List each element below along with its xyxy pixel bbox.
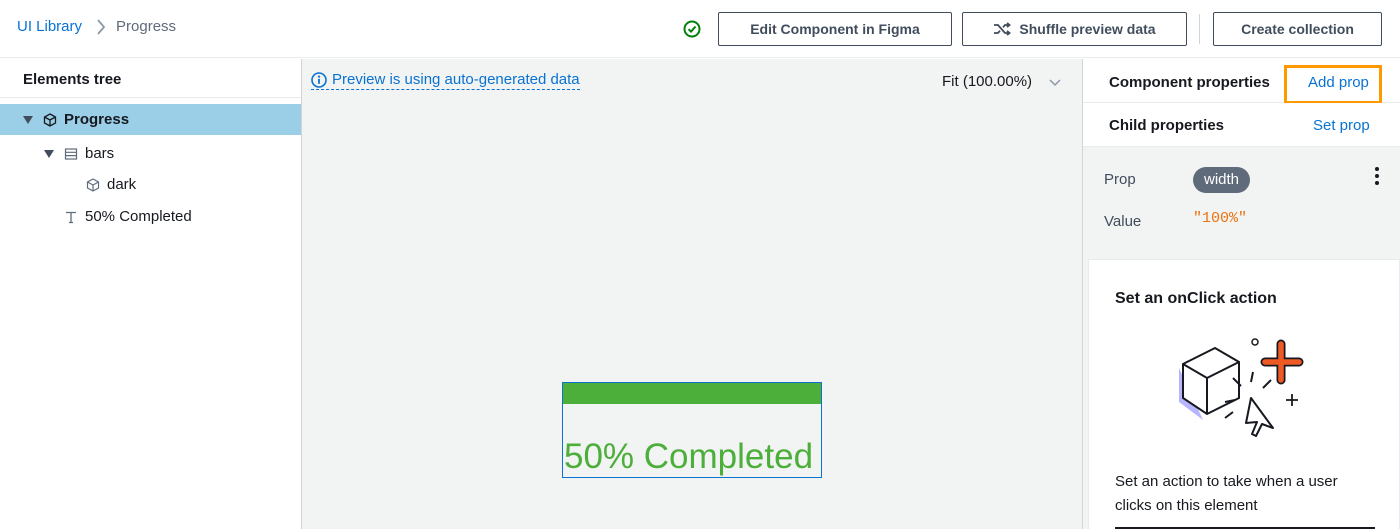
stack-icon bbox=[64, 147, 78, 160]
breadcrumb-current: Progress bbox=[116, 18, 177, 35]
info-icon bbox=[311, 71, 327, 88]
set-prop-link[interactable]: Set prop bbox=[1313, 117, 1370, 134]
cube-cursor-illustration bbox=[1179, 338, 1304, 437]
prop-binding: Prop width Value "100%" bbox=[1083, 147, 1400, 257]
component-properties-title: Component properties bbox=[1109, 74, 1270, 91]
breadcrumb-ui-library-link[interactable]: UI Library bbox=[17, 18, 82, 35]
progress-text: 50% Completed bbox=[564, 437, 814, 476]
elements-tree-title: Elements tree bbox=[23, 71, 122, 88]
check-circle-icon bbox=[683, 20, 701, 38]
tree-item-label: dark bbox=[107, 176, 137, 193]
more-options-icon[interactable] bbox=[1373, 167, 1381, 187]
child-properties-title: Child properties bbox=[1109, 117, 1225, 134]
chevron-down-icon bbox=[1049, 78, 1061, 86]
shuffle-preview-data-label: Shuffle preview data bbox=[1019, 21, 1156, 37]
shuffle-icon bbox=[994, 22, 1012, 36]
create-collection-button[interactable]: Create collection bbox=[1213, 12, 1382, 46]
breadcrumb: UI Library Progress bbox=[17, 18, 176, 35]
elements-tree-panel: Elements tree Progress bars dark 50% Com… bbox=[0, 59, 302, 529]
tree-item-text[interactable]: 50% Completed bbox=[0, 201, 301, 232]
prop-label: Prop bbox=[1104, 171, 1136, 188]
auto-generated-data-note[interactable]: Preview is using auto-generated data bbox=[311, 71, 580, 90]
preview-note-label: Preview is using auto-generated data bbox=[332, 71, 580, 88]
component-properties-header: Component properties Add prop bbox=[1083, 59, 1400, 104]
highlight-box bbox=[1284, 65, 1382, 104]
child-properties-header: Child properties Set prop bbox=[1083, 103, 1400, 147]
prop-name-badge[interactable]: width bbox=[1193, 167, 1251, 193]
edit-in-figma-label: Edit Component in Figma bbox=[750, 21, 920, 37]
tree-item-dark[interactable]: dark bbox=[0, 169, 301, 200]
zoom-value: Fit (100.00%) bbox=[942, 73, 1033, 90]
shuffle-preview-data-button[interactable]: Shuffle preview data bbox=[962, 12, 1187, 46]
tree-item-label: bars bbox=[85, 145, 115, 162]
top-header: UI Library Progress Edit Component in Fi… bbox=[0, 0, 1400, 58]
progress-bar-fill bbox=[563, 383, 821, 404]
header-divider bbox=[1199, 14, 1200, 44]
caret-down-icon[interactable] bbox=[44, 149, 54, 158]
text-icon bbox=[66, 211, 76, 223]
properties-panel: Component properties Add prop Child prop… bbox=[1082, 59, 1400, 529]
tree-item-label: 50% Completed bbox=[85, 208, 192, 225]
progress-component-preview[interactable]: 50% Completed bbox=[562, 382, 822, 478]
tree-item-progress[interactable]: Progress bbox=[0, 104, 301, 135]
value-label: Value bbox=[1104, 213, 1142, 230]
create-collection-label: Create collection bbox=[1241, 21, 1354, 37]
tree-item-bars[interactable]: bars bbox=[0, 138, 301, 169]
edit-in-figma-button[interactable]: Edit Component in Figma bbox=[718, 12, 952, 46]
chevron-right-icon bbox=[97, 18, 106, 35]
caret-down-icon[interactable] bbox=[23, 115, 33, 124]
divider bbox=[0, 97, 301, 98]
onclick-title: Set an onClick action bbox=[1115, 290, 1277, 307]
prop-value[interactable]: "100%" bbox=[1193, 210, 1247, 227]
preview-canvas[interactable]: Preview is using auto-generated data Fit… bbox=[302, 59, 1082, 529]
tree-item-label: Progress bbox=[64, 111, 130, 128]
component-icon bbox=[43, 112, 57, 127]
onclick-description: Set an action to take when a user clicks… bbox=[1115, 473, 1338, 514]
component-icon bbox=[86, 177, 100, 192]
onclick-action-card[interactable]: Set an onClick action Set an action to t… bbox=[1088, 259, 1400, 529]
zoom-select[interactable]: Fit (100.00%) bbox=[942, 73, 1062, 90]
